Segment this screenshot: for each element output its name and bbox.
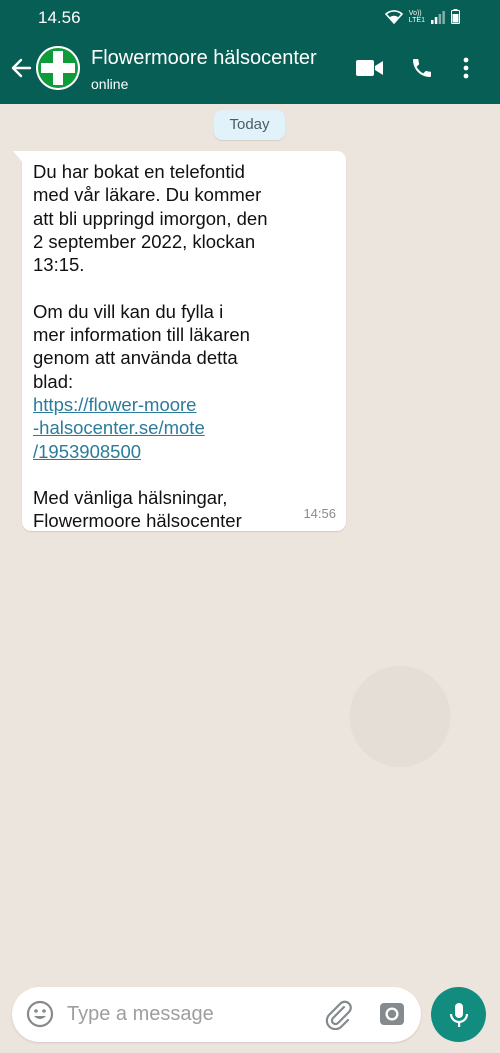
video-call-icon[interactable]: [356, 58, 384, 78]
message-line: Flowermoore hälsocenter: [33, 510, 242, 532]
green-cross-logo-icon: [36, 46, 80, 90]
back-arrow-icon[interactable]: [10, 57, 32, 79]
voice-message-button[interactable]: [431, 987, 486, 1042]
message-input[interactable]: Type a message: [67, 1003, 214, 1026]
message-line: att bli uppringd imorgon, den: [33, 207, 268, 229]
battery-icon: [451, 9, 460, 24]
volte-indicator: Vo)) LTE1: [409, 10, 425, 24]
chat-header: Flowermoore hälsocenter online: [0, 34, 500, 104]
status-icons: Vo)) LTE1: [384, 9, 460, 24]
message-time: 14:56: [303, 505, 336, 521]
contact-status: online: [91, 76, 129, 92]
emoji-icon[interactable]: [26, 1000, 54, 1028]
message-line: Med vänliga hälsningar,: [33, 487, 228, 509]
message-composer: Type a message: [12, 987, 421, 1042]
mic-icon: [449, 1003, 469, 1027]
avatar[interactable]: [36, 46, 80, 90]
message-line: blad:: [33, 370, 74, 392]
message-line: med vår läkare. Du kommer: [33, 184, 262, 206]
chat-area[interactable]: Today Du har bokat en telefontid med vår…: [0, 104, 500, 979]
date-chip: Today: [214, 110, 285, 140]
form-link[interactable]: /1953908500: [33, 441, 141, 462]
camera-icon[interactable]: [378, 1000, 406, 1028]
incoming-message[interactable]: Du har bokat en telefontid med vår läkar…: [13, 151, 346, 532]
message-line: 13:15.: [33, 254, 85, 276]
message-line: Om du vill kan du fylla i: [33, 300, 224, 322]
message-line: 2 september 2022, klockan: [33, 230, 256, 252]
status-time: 14.56: [38, 8, 81, 27]
message-line: mer information till läkaren: [33, 324, 250, 346]
message-line: Du har bokat en telefontid: [33, 161, 245, 182]
wifi-icon: [384, 9, 403, 24]
volte-bottom-text: LTE1: [408, 16, 425, 24]
form-link[interactable]: -halsocenter.se/mote: [33, 417, 205, 438]
signal-icon: [431, 10, 445, 24]
phone-icon[interactable]: [410, 56, 434, 80]
message-line: genom att använda detta: [33, 347, 238, 369]
attach-icon[interactable]: [324, 1000, 354, 1030]
more-options-icon[interactable]: [462, 56, 470, 80]
volte-top-text: Vo)): [408, 9, 422, 17]
contact-name[interactable]: Flowermoore hälsocenter: [91, 47, 317, 70]
status-bar: 14.56 Vo)) LTE1: [0, 0, 500, 34]
form-link[interactable]: https://flower-moore: [33, 394, 196, 415]
